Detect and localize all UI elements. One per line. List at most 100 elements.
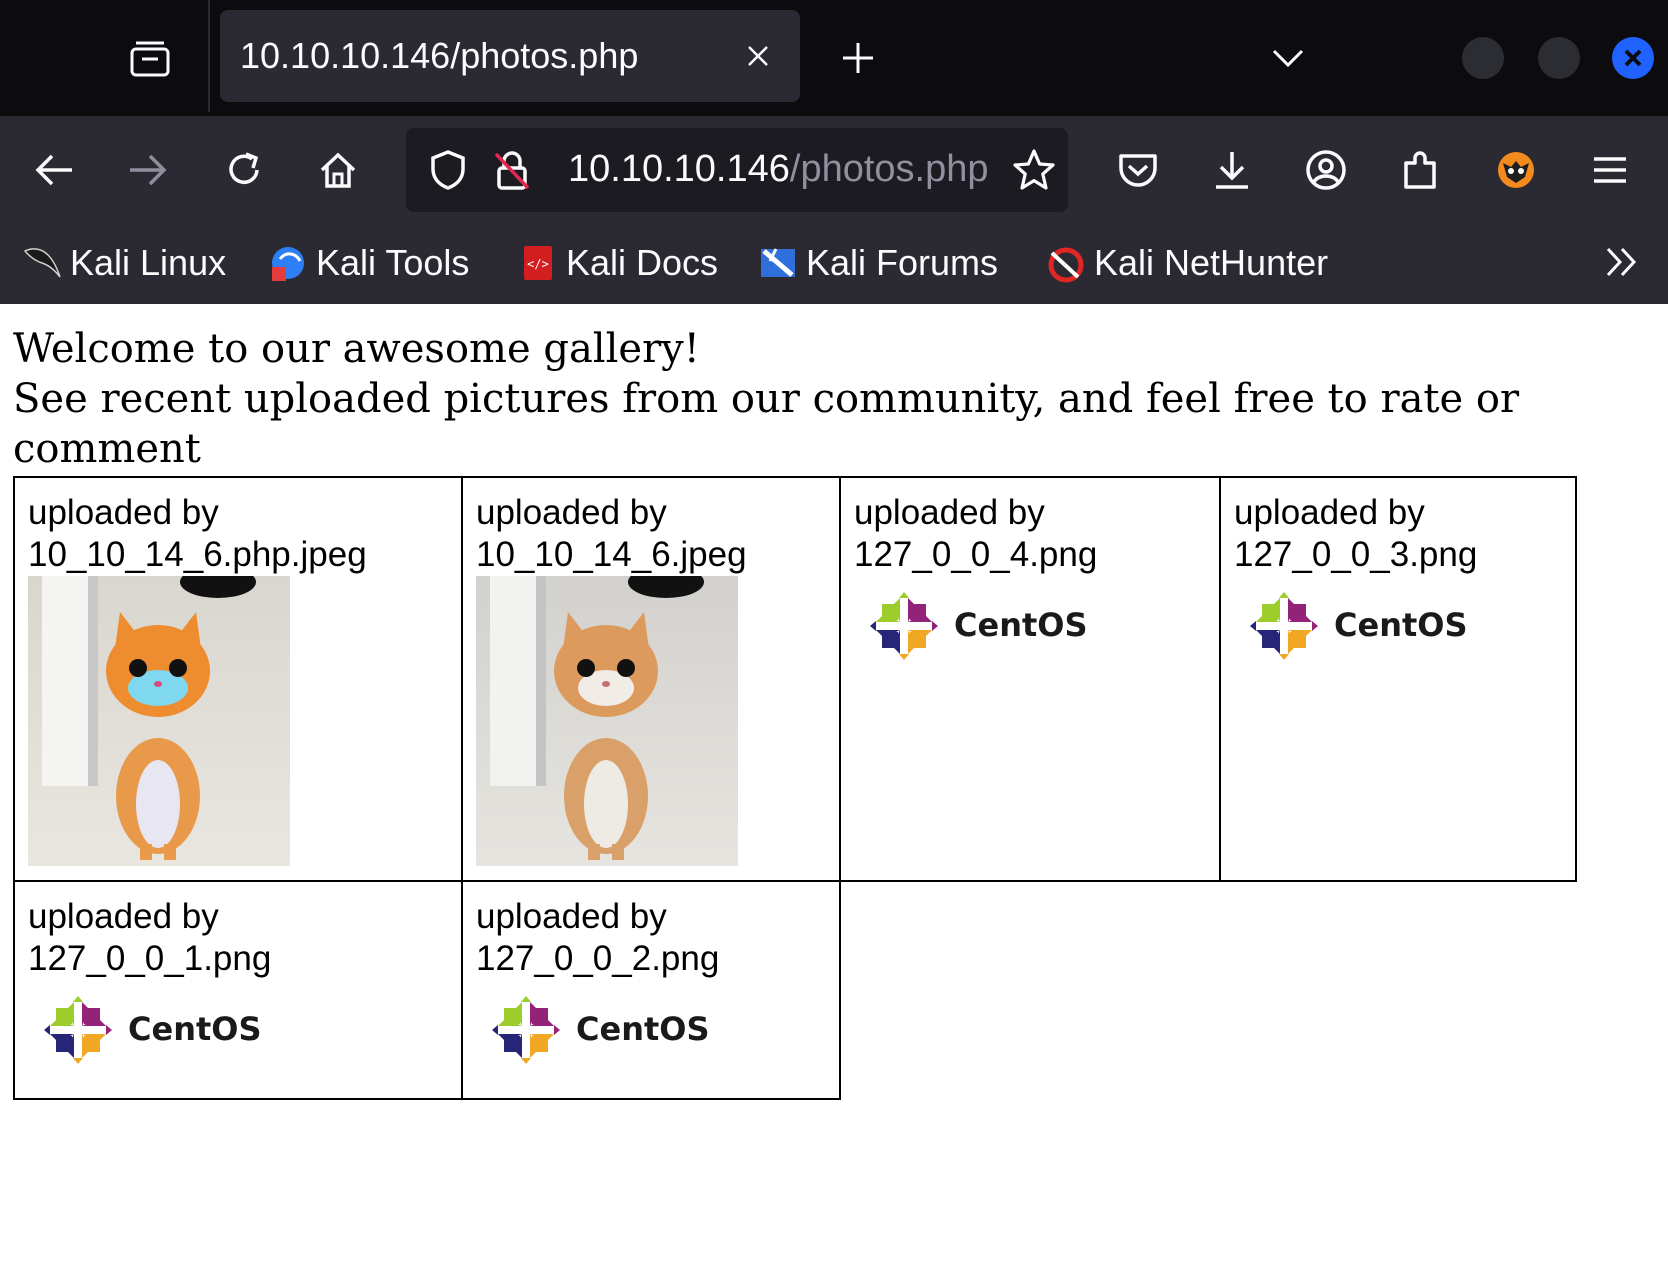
table-row: uploaded by 127_0_0_1.png CentOS uploade…: [13, 880, 1576, 1100]
empty-cell: [1220, 881, 1576, 1099]
bookmarks-toolbar: Kali Linux Kali Tools </> Kali Docs Kali…: [0, 222, 1668, 306]
puzzle-icon: [1404, 151, 1436, 189]
bookmark-label: Kali Tools: [316, 242, 470, 283]
pocket-button[interactable]: [1110, 142, 1166, 198]
gallery-cell: uploaded by 10_10_14_6.jpeg: [461, 476, 841, 882]
downloads-button[interactable]: [1204, 142, 1260, 198]
insecure-lock-icon[interactable]: [490, 148, 534, 192]
download-icon: [1216, 152, 1248, 189]
bookmark-kali-docs[interactable]: </> Kali Docs: [518, 238, 718, 288]
intro-description: See recent uploaded pictures from our co…: [13, 376, 1520, 472]
tab-bar: 10.10.10.146/photos.php: [0, 0, 1668, 116]
url-path: /photos.php: [789, 148, 988, 190]
centos-logo[interactable]: CentOS: [42, 994, 448, 1076]
table-row: uploaded by 10_10_14_6.php.jpeg uploaded…: [13, 476, 1577, 882]
kali-forums-icon: [758, 243, 798, 283]
home-icon: [320, 152, 356, 188]
page-content: Welcome to our awesome gallery! See rece…: [0, 304, 1668, 1264]
bookmark-kali-nethunter[interactable]: Kali NetHunter: [1046, 238, 1328, 288]
kitten-photo-distorted[interactable]: [28, 576, 290, 866]
bookmark-label: Kali Linux: [70, 242, 227, 283]
tab-separator: [208, 0, 210, 112]
upload-caption-prefix: uploaded by: [28, 493, 219, 532]
bookmark-kali-forums[interactable]: Kali Forums: [758, 238, 998, 288]
upload-filename: 10_10_14_6.php.jpeg: [28, 535, 367, 574]
shield-icon[interactable]: [426, 148, 470, 192]
kali-docs-icon: </>: [518, 243, 558, 283]
gallery-cell: uploaded by 10_10_14_6.php.jpeg: [13, 476, 463, 882]
centos-logo-text: CentOS: [1334, 606, 1468, 644]
close-icon: [748, 46, 768, 66]
chevron-down-icon: [1272, 49, 1304, 68]
svg-text:</>: </>: [527, 257, 549, 271]
account-icon: [1306, 150, 1346, 190]
hamburger-menu-icon: [1594, 157, 1626, 183]
empty-cell: [840, 881, 1220, 1099]
window-close-button[interactable]: [1612, 37, 1654, 79]
reload-button[interactable]: [216, 142, 272, 198]
upload-filename: 127_0_0_3.png: [1234, 535, 1478, 574]
fox-extension-icon: [1498, 152, 1534, 188]
upload-caption-prefix: uploaded by: [854, 493, 1045, 532]
bookmarks-overflow-button[interactable]: [1596, 236, 1648, 288]
extension-foxyproxy-button[interactable]: [1488, 142, 1544, 198]
address-bar[interactable]: 10.10.10.146/photos.php: [406, 128, 1068, 212]
upload-filename: 10_10_14_6.jpeg: [476, 535, 747, 574]
reload-icon: [229, 152, 259, 184]
navigation-toolbar: 10.10.10.146/photos.php: [0, 116, 1668, 222]
centos-logo-text: CentOS: [128, 1010, 262, 1048]
pocket-icon: [1119, 154, 1157, 187]
intro-heading: Welcome to our awesome gallery!: [13, 326, 700, 372]
centos-logo[interactable]: CentOS: [490, 994, 826, 1076]
url-text[interactable]: 10.10.10.146/photos.php: [568, 148, 988, 191]
account-button[interactable]: [1298, 142, 1354, 198]
active-tab[interactable]: 10.10.10.146/photos.php: [220, 10, 800, 102]
close-icon: [1624, 49, 1642, 67]
upload-filename: 127_0_0_1.png: [28, 939, 272, 978]
tab-close-button[interactable]: [738, 36, 778, 76]
centos-logo[interactable]: CentOS: [1248, 590, 1562, 672]
url-host: 10.10.10.146: [568, 148, 790, 190]
gallery-cell: uploaded by 127_0_0_3.png CentOS: [1219, 476, 1577, 882]
upload-filename: 127_0_0_4.png: [854, 535, 1098, 574]
minimize-button[interactable]: [1462, 37, 1504, 79]
kali-dragon-icon: [22, 243, 62, 283]
kitten-photo[interactable]: [476, 576, 738, 866]
home-button[interactable]: [310, 142, 366, 198]
centos-logo-text: CentOS: [576, 1010, 710, 1048]
bookmark-kali-tools[interactable]: Kali Tools: [268, 238, 469, 288]
gallery-cell: uploaded by 127_0_0_4.png CentOS: [839, 476, 1221, 882]
maximize-button[interactable]: [1538, 37, 1580, 79]
new-tab-button[interactable]: [832, 32, 884, 84]
upload-caption-prefix: uploaded by: [476, 493, 667, 532]
forward-button[interactable]: [120, 142, 176, 198]
back-button[interactable]: [26, 142, 82, 198]
arrow-left-icon: [35, 154, 72, 186]
upload-caption-prefix: uploaded by: [1234, 493, 1425, 532]
gallery-intro: Welcome to our awesome gallery! See rece…: [13, 324, 1653, 474]
gallery-cell: uploaded by 127_0_0_1.png CentOS: [13, 880, 463, 1100]
centos-logo-text: CentOS: [954, 606, 1088, 644]
tab-list-button[interactable]: [120, 34, 180, 84]
app-menu-button[interactable]: [1582, 142, 1638, 198]
centos-logo[interactable]: CentOS: [868, 590, 1206, 672]
upload-caption-prefix: uploaded by: [28, 897, 219, 936]
list-all-tabs-button[interactable]: [1262, 32, 1314, 84]
double-chevron-right-icon: [1606, 247, 1637, 277]
kali-nethunter-icon: [1046, 243, 1086, 283]
gallery-table: uploaded by 10_10_14_6.php.jpeg uploaded…: [13, 476, 1577, 1100]
kali-tools-icon: [268, 243, 308, 283]
plus-icon: [843, 43, 873, 73]
bookmark-label: Kali NetHunter: [1094, 242, 1329, 283]
bookmark-kali-linux[interactable]: Kali Linux: [22, 238, 226, 288]
upload-filename: 127_0_0_2.png: [476, 939, 720, 978]
tab-title: 10.10.10.146/photos.php: [240, 35, 639, 76]
gallery-cell: uploaded by 127_0_0_2.png CentOS: [461, 880, 841, 1100]
star-icon: [1013, 149, 1055, 190]
bookmark-label: Kali Docs: [566, 242, 719, 283]
bookmark-star-button[interactable]: [1012, 148, 1056, 192]
arrow-right-icon: [130, 154, 167, 186]
bookmark-label: Kali Forums: [806, 242, 999, 283]
tab-list-icon: [130, 41, 170, 77]
extensions-button[interactable]: [1392, 142, 1448, 198]
